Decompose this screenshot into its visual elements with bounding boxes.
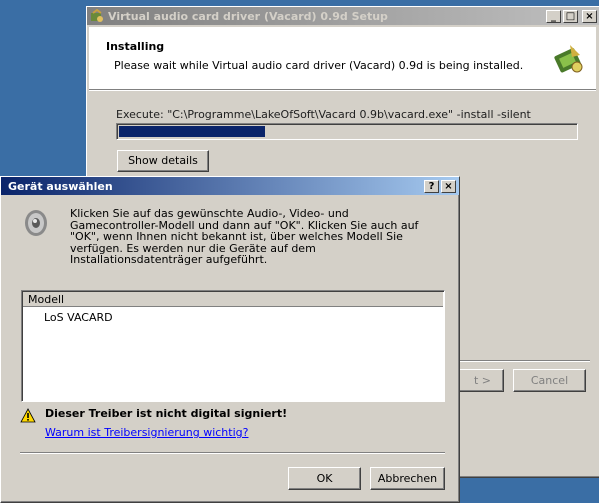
setup-header: Installing Please wait while Virtual aud… [89,27,596,89]
driver-signing-link[interactable]: Warum ist Treibersignierung wichtig? [45,426,248,439]
model-list-header[interactable]: Modell [23,292,443,307]
ok-button[interactable]: OK [288,467,361,490]
setup-cancel-button[interactable]: Cancel [513,369,586,392]
setup-header-title: Installing [106,40,165,53]
installer-icon [90,8,104,23]
dialog-instructions: Klicken Sie auf das gewünschte Audio-, V… [70,207,419,266]
minimize-button[interactable]: _ [546,9,561,23]
column-header-modell: Modell [28,293,65,306]
setup-header-subtitle: Please wait while Virtual audio card dri… [114,59,524,72]
maximize-button[interactable]: □ [563,9,578,23]
setup-window-title: Virtual audio card driver (Vacard) 0.9d … [108,9,388,23]
show-details-button[interactable]: Show details [117,150,209,172]
warning-icon [20,408,36,424]
progress-fill [119,126,265,137]
model-list[interactable]: Modell LoS VACARD [21,290,445,402]
help-button[interactable]: ? [424,179,439,193]
dialog-title-bar[interactable]: Gerät auswählen ? × [1,177,459,195]
dialog-divider [20,452,445,454]
next-button-label: t > [473,374,491,387]
install-progress-bar [116,123,578,140]
header-divider [89,89,596,91]
device-dialog: Gerät auswählen ? × Klicken Sie auf das … [0,176,460,503]
list-item[interactable]: LoS VACARD [44,311,113,324]
setup-wizard-icon [550,41,586,77]
dialog-close-button[interactable]: × [441,179,456,193]
setup-title-bar[interactable]: Virtual audio card driver (Vacard) 0.9d … [87,7,599,25]
close-button[interactable]: × [582,9,597,23]
speaker-icon [21,208,51,238]
abbrechen-button[interactable]: Abbrechen [370,467,445,490]
execute-text: Execute: "C:\Programme\LakeOfSoft\Vacard… [116,108,531,121]
unsigned-driver-warning: Dieser Treiber ist nicht digital signier… [45,407,288,420]
dialog-title: Gerät auswählen [8,179,113,193]
